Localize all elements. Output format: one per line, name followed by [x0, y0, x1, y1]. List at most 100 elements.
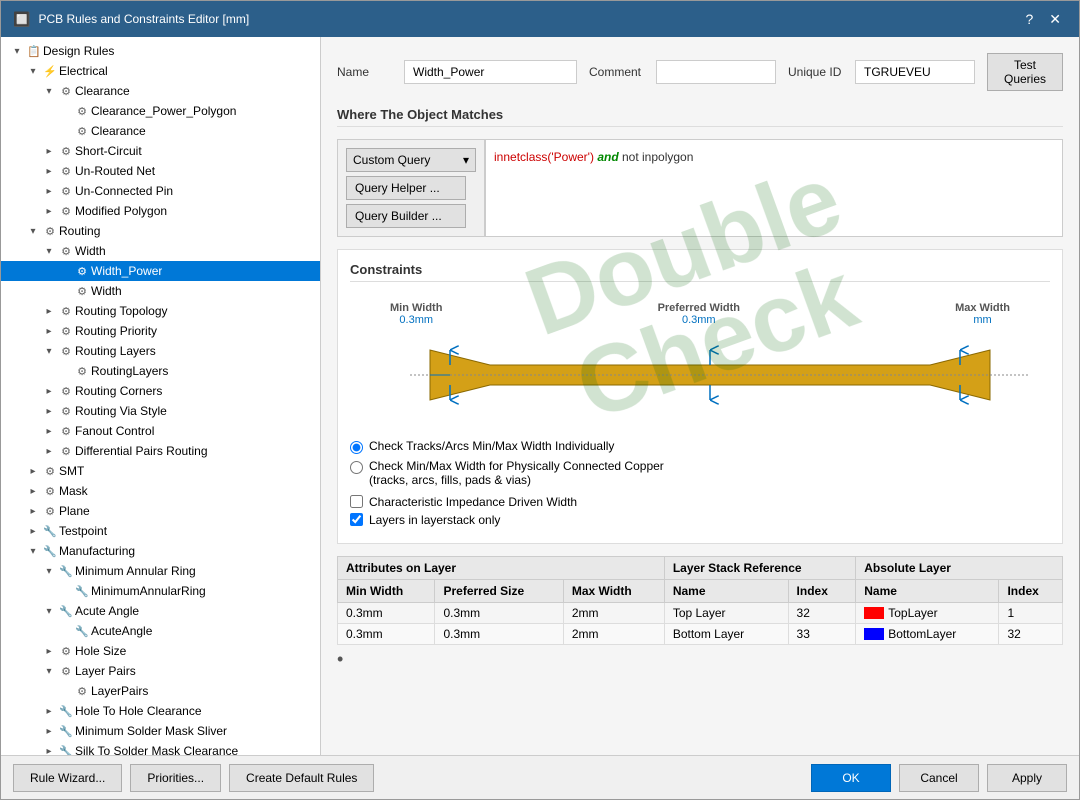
tree-scroll[interactable]: ▾ 📋 Design Rules ▾ ⚡ Electrical ▾ ⚙ Clea… — [1, 37, 320, 755]
ok-button[interactable]: OK — [811, 764, 891, 792]
help-button[interactable]: ? — [1019, 9, 1039, 30]
custom-query-dropdown[interactable]: Custom Query ▾ — [346, 148, 476, 172]
checkbox-impedance-input[interactable] — [350, 495, 363, 508]
expander-modified-polygon[interactable]: ▸ — [41, 203, 57, 219]
icon-acute-angle: 🔧 — [57, 603, 75, 619]
expander-routing-via-style[interactable]: ▸ — [41, 403, 57, 419]
expander-acute-angle[interactable]: ▾ — [41, 603, 57, 619]
expander-hole-size[interactable]: ▸ — [41, 643, 57, 659]
tree-item-smt[interactable]: ▸ ⚙ SMT — [1, 461, 320, 481]
tree-item-routinglayers[interactable]: ▸ ⚙ RoutingLayers — [1, 361, 320, 381]
label-routing-topology: Routing Topology — [75, 304, 168, 318]
cancel-button[interactable]: Cancel — [899, 764, 979, 792]
expander-differential-pairs-routing[interactable]: ▸ — [41, 443, 57, 459]
expander-routing-layers[interactable]: ▾ — [41, 343, 57, 359]
tree-item-hole-to-hole-clearance[interactable]: ▸ 🔧 Hole To Hole Clearance — [1, 701, 320, 721]
icon-modified-polygon: ⚙ — [57, 203, 75, 219]
tree-item-minimumannularring[interactable]: ▸ 🔧 MinimumAnnularRing — [1, 581, 320, 601]
tree-item-clearance2[interactable]: ▸ ⚙ Clearance — [1, 121, 320, 141]
cell-pref-size-2: 0.3mm — [435, 623, 563, 644]
priorities-button[interactable]: Priorities... — [130, 764, 221, 792]
tree-item-hole-size[interactable]: ▸ ⚙ Hole Size — [1, 641, 320, 661]
tree-item-mask[interactable]: ▸ ⚙ Mask — [1, 481, 320, 501]
apply-button[interactable]: Apply — [987, 764, 1067, 792]
tree-item-plane[interactable]: ▸ ⚙ Plane — [1, 501, 320, 521]
expander-fanout-control[interactable]: ▸ — [41, 423, 57, 439]
tree-item-clearance-power-polygon[interactable]: ▸ ⚙ Clearance_Power_Polygon — [1, 101, 320, 121]
checkbox-layerstack-input[interactable] — [350, 513, 363, 526]
tree-item-width[interactable]: ▾ ⚙ Width — [1, 241, 320, 261]
tree-item-routing-corners[interactable]: ▸ ⚙ Routing Corners — [1, 381, 320, 401]
expander-electrical[interactable]: ▾ — [25, 63, 41, 79]
expander-testpoint[interactable]: ▸ — [25, 523, 41, 539]
expander-layer-pairs[interactable]: ▾ — [41, 663, 57, 679]
expander-clearance[interactable]: ▾ — [41, 83, 57, 99]
tree-item-differential-pairs-routing[interactable]: ▸ ⚙ Differential Pairs Routing — [1, 441, 320, 461]
label-clearance-power-polygon: Clearance_Power_Polygon — [91, 104, 236, 118]
tree-item-silk-to-solder-mask-clearance[interactable]: ▸ 🔧 Silk To Solder Mask Clearance — [1, 741, 320, 755]
tree-item-testpoint[interactable]: ▸ 🔧 Testpoint — [1, 521, 320, 541]
expander-minimum-annular-ring[interactable]: ▾ — [41, 563, 57, 579]
tree-item-width-power[interactable]: ▸ ⚙ Width_Power — [1, 261, 320, 281]
tree-item-design-rules[interactable]: ▾ 📋 Design Rules — [1, 41, 320, 61]
where-object-matches-title: Where The Object Matches — [337, 107, 1063, 127]
expander-routing-corners[interactable]: ▸ — [41, 383, 57, 399]
tree-item-minimum-solder-mask-sliver[interactable]: ▸ 🔧 Minimum Solder Mask Sliver — [1, 721, 320, 741]
tree-item-acuteangle[interactable]: ▸ 🔧 AcuteAngle — [1, 621, 320, 641]
expander-un-routed-net[interactable]: ▸ — [41, 163, 57, 179]
expander-short-circuit[interactable]: ▸ — [41, 143, 57, 159]
expander-smt[interactable]: ▸ — [25, 463, 41, 479]
tree-item-fanout-control[interactable]: ▸ ⚙ Fanout Control — [1, 421, 320, 441]
icon-clearance2: ⚙ — [73, 123, 91, 139]
comment-input[interactable] — [656, 60, 776, 84]
expander-un-connected-pin[interactable]: ▸ — [41, 183, 57, 199]
query-helper-button[interactable]: Query Helper ... — [346, 176, 466, 200]
expander-routing-priority[interactable]: ▸ — [41, 323, 57, 339]
tree-item-short-circuit[interactable]: ▸ ⚙ Short-Circuit — [1, 141, 320, 161]
close-button[interactable]: ✕ — [1043, 9, 1067, 30]
create-default-rules-button[interactable]: Create Default Rules — [229, 764, 374, 792]
tree-item-routing-via-style[interactable]: ▸ ⚙ Routing Via Style — [1, 401, 320, 421]
tree-item-manufacturing[interactable]: ▾ 🔧 Manufacturing — [1, 541, 320, 561]
radio-physically-connected-input[interactable] — [350, 461, 363, 474]
icon-differential-pairs-routing: ⚙ — [57, 443, 75, 459]
expander-silk-to-solder-mask-clearance[interactable]: ▸ — [41, 743, 57, 755]
query-editor[interactable]: innetclass('Power') and not inpolygon — [485, 140, 1062, 236]
expander-manufacturing[interactable]: ▾ — [25, 543, 41, 559]
test-queries-button[interactable]: Test Queries — [987, 53, 1063, 91]
icon-layerpairs: ⚙ — [73, 683, 91, 699]
tree-item-routing-priority[interactable]: ▸ ⚙ Routing Priority — [1, 321, 320, 341]
tree-item-electrical[interactable]: ▾ ⚡ Electrical — [1, 61, 320, 81]
expander-width[interactable]: ▾ — [41, 243, 57, 259]
expander-routing[interactable]: ▾ — [25, 223, 41, 239]
tree-item-minimum-annular-ring[interactable]: ▾ 🔧 Minimum Annular Ring — [1, 561, 320, 581]
tree-item-layer-pairs[interactable]: ▾ ⚙ Layer Pairs — [1, 661, 320, 681]
tree-item-un-connected-pin[interactable]: ▸ ⚙ Un-Connected Pin — [1, 181, 320, 201]
tree-item-modified-polygon[interactable]: ▸ ⚙ Modified Polygon — [1, 201, 320, 221]
query-builder-button[interactable]: Query Builder ... — [346, 204, 466, 228]
unique-id-input[interactable] — [855, 60, 975, 84]
tree-item-clearance[interactable]: ▾ ⚙ Clearance — [1, 81, 320, 101]
expander-plane[interactable]: ▸ — [25, 503, 41, 519]
expander-mask[interactable]: ▸ — [25, 483, 41, 499]
label-differential-pairs-routing: Differential Pairs Routing — [75, 444, 208, 458]
expander-routing-topology[interactable]: ▸ — [41, 303, 57, 319]
expander-design-rules[interactable]: ▾ — [9, 43, 25, 59]
radio-tracks-arcs-input[interactable] — [350, 441, 363, 454]
min-width-value: 0.3mm — [399, 314, 433, 326]
tree-item-un-routed-net[interactable]: ▸ ⚙ Un-Routed Net — [1, 161, 320, 181]
name-input[interactable] — [404, 60, 577, 84]
rule-wizard-button[interactable]: Rule Wizard... — [13, 764, 122, 792]
tree-item-routing-layers[interactable]: ▾ ⚙ Routing Layers — [1, 341, 320, 361]
label-width-power: Width_Power — [91, 264, 162, 278]
expander-minimum-solder-mask-sliver[interactable]: ▸ — [41, 723, 57, 739]
tree-item-acute-angle[interactable]: ▾ 🔧 Acute Angle — [1, 601, 320, 621]
icon-design-rules: 📋 — [25, 43, 43, 59]
tree-item-routing[interactable]: ▾ ⚙ Routing — [1, 221, 320, 241]
tree-item-width2[interactable]: ▸ ⚙ Width — [1, 281, 320, 301]
label-un-connected-pin: Un-Connected Pin — [75, 184, 173, 198]
tree-item-routing-topology[interactable]: ▸ ⚙ Routing Topology — [1, 301, 320, 321]
max-width-label-group: Max Width mm — [955, 302, 1010, 326]
tree-item-layerpairs[interactable]: ▸ ⚙ LayerPairs — [1, 681, 320, 701]
expander-hole-to-hole-clearance[interactable]: ▸ — [41, 703, 57, 719]
